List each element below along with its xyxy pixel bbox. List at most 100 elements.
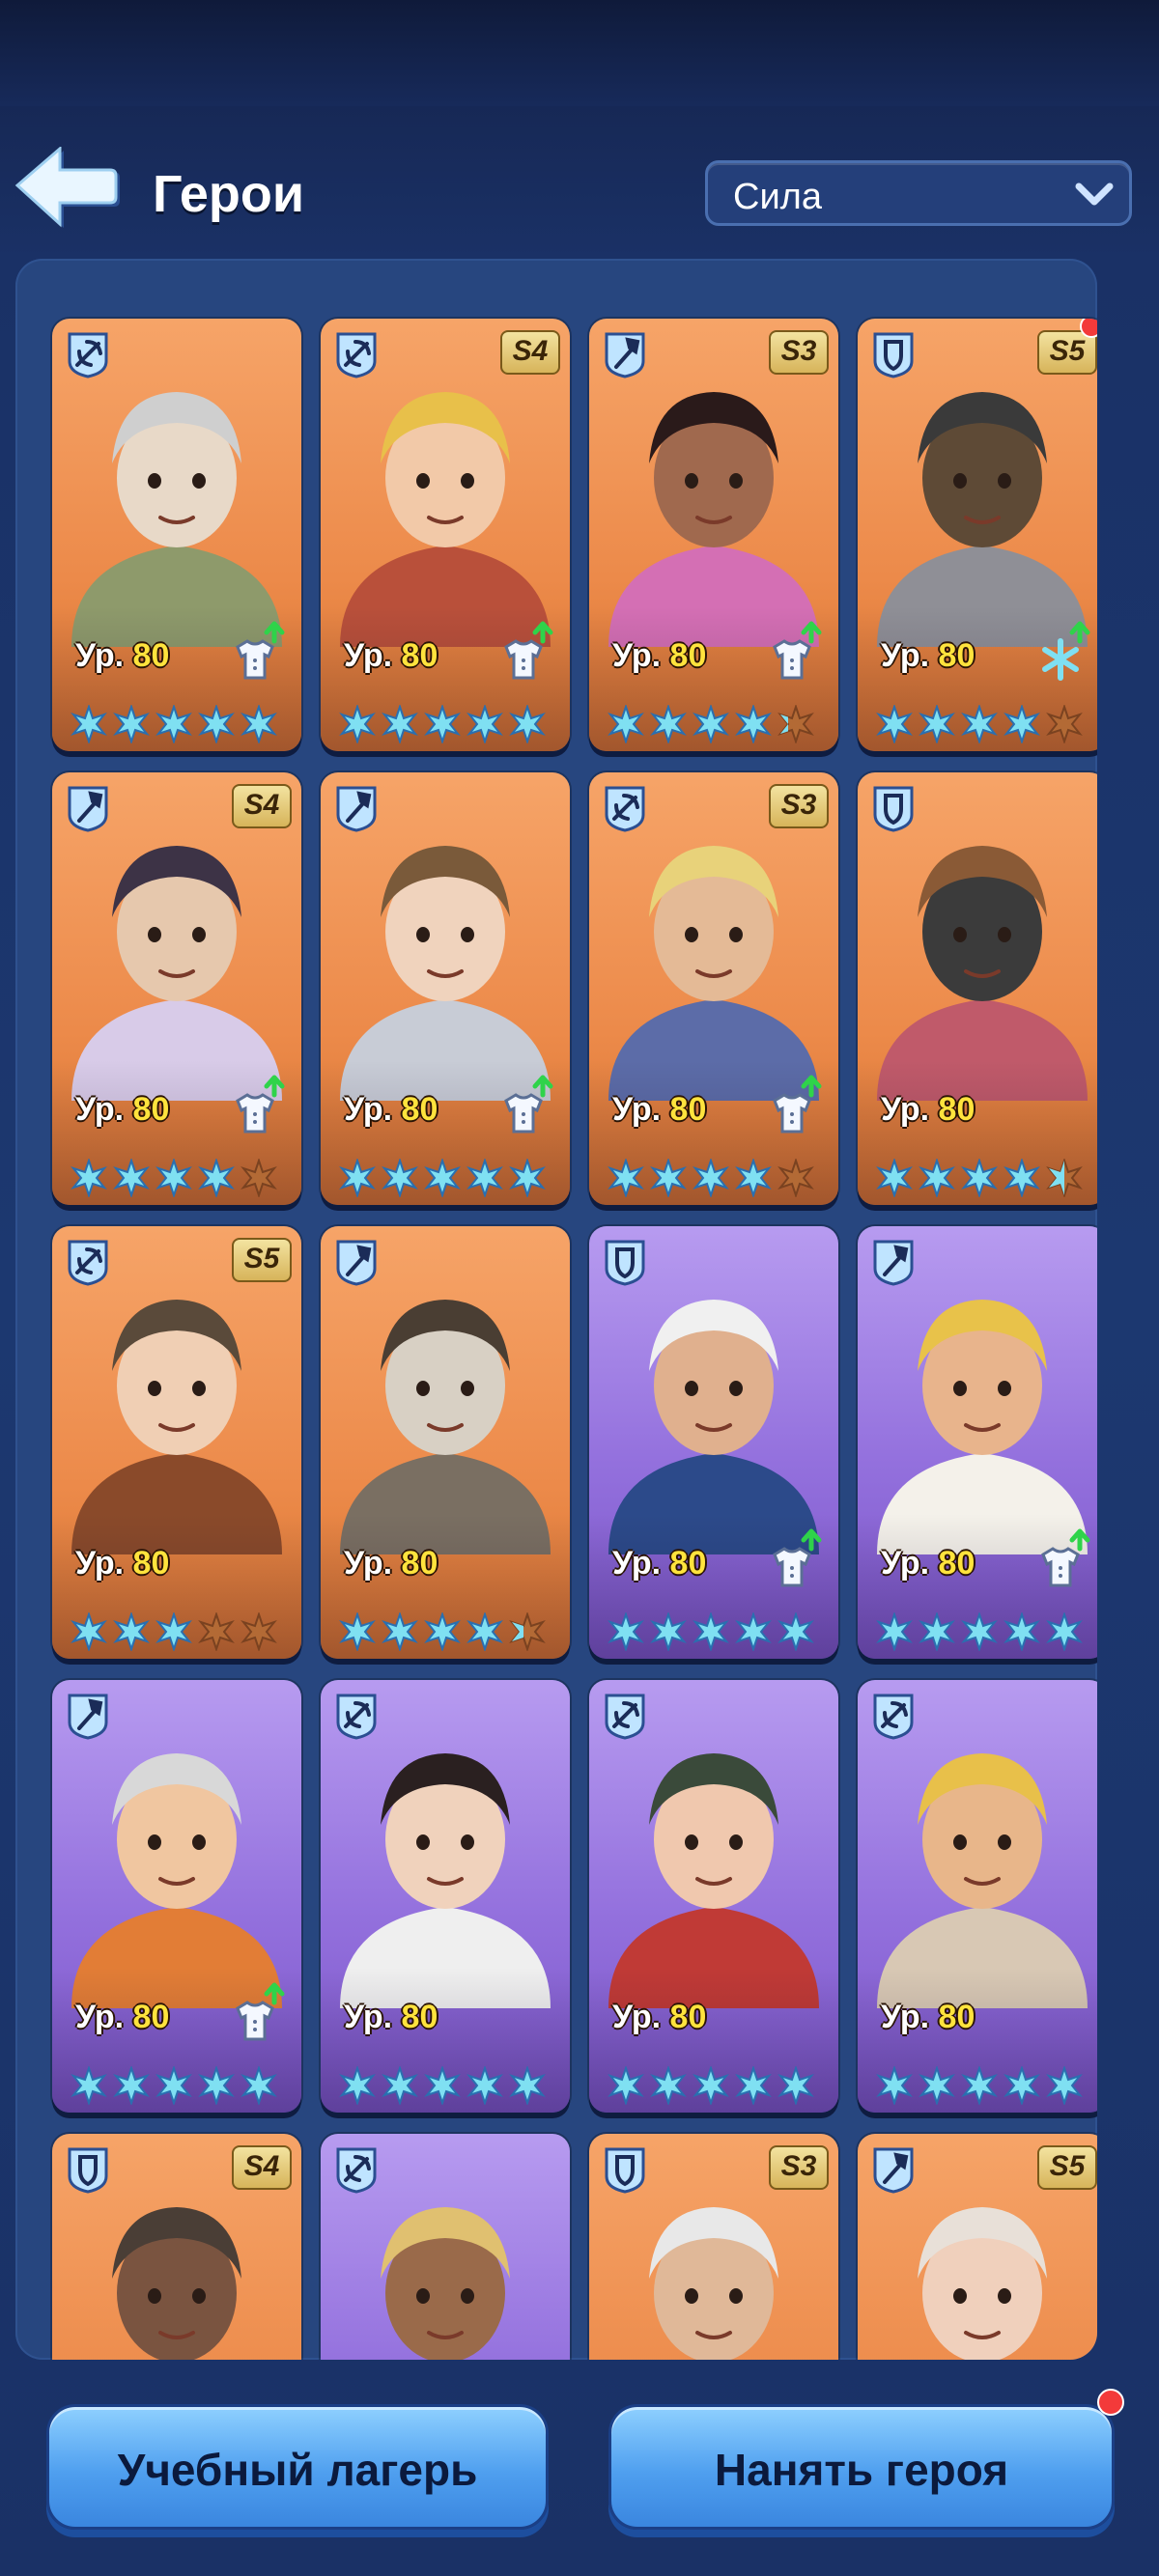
hero-level: Ур. 80 — [881, 637, 975, 675]
star-full-icon — [155, 1612, 192, 1651]
hero-card[interactable] — [321, 2134, 570, 2360]
star-full-icon — [876, 705, 913, 743]
hero-card[interactable]: S5 — [858, 2134, 1097, 2360]
hero-card[interactable]: S3 — [589, 2134, 838, 2360]
back-button[interactable] — [14, 145, 122, 232]
star-full-icon — [1046, 2066, 1083, 2105]
star-full-icon — [876, 2066, 913, 2105]
hire-notification-dot — [1097, 2389, 1124, 2416]
hero-level: Ур. 80 — [612, 1091, 706, 1129]
star-full-icon — [735, 1159, 772, 1197]
star-full-icon — [608, 1612, 644, 1651]
star-full-icon — [650, 1159, 687, 1197]
season-badge: S3 — [769, 784, 829, 828]
star-full-icon — [777, 2066, 814, 2105]
hero-card[interactable]: Ур. 80 — [321, 1680, 570, 2113]
star-full-icon — [777, 1612, 814, 1651]
hero-card[interactable]: S4 Ур. 80 — [321, 319, 570, 751]
gear-upgrade-icon[interactable] — [763, 1074, 825, 1137]
level-prefix: Ур. — [75, 1545, 133, 1582]
hire-hero-button[interactable]: Нанять героя — [608, 2404, 1115, 2530]
gear-upgrade-icon[interactable] — [226, 1981, 288, 2045]
level-value: 80 — [669, 1545, 707, 1582]
hero-card[interactable]: S5 Ур. 80 — [52, 1226, 301, 1659]
hero-card[interactable]: S3 Ур. 80 — [589, 319, 838, 751]
hero-card[interactable]: Ур. 80 — [858, 1680, 1097, 2113]
star-full-icon — [382, 705, 418, 743]
hero-card[interactable]: Ур. 80 — [52, 319, 301, 751]
level-value: 80 — [938, 637, 975, 674]
level-value: 80 — [401, 1999, 438, 2035]
star-full-icon — [198, 705, 235, 743]
hero-card[interactable]: S4 Ур. 80 — [52, 772, 301, 1205]
lancer-icon — [336, 1240, 377, 1286]
star-empty-icon — [198, 1612, 235, 1651]
star-full-icon — [339, 1159, 376, 1197]
gear-upgrade-icon[interactable] — [763, 1527, 825, 1591]
hero-card[interactable]: S5 Ур. 80 — [858, 319, 1097, 751]
star-full-icon — [240, 705, 277, 743]
star-full-icon — [198, 2066, 235, 2105]
lancer-icon — [873, 1240, 914, 1286]
lancer-icon — [873, 2147, 914, 2194]
sort-dropdown[interactable]: Сила — [705, 160, 1132, 226]
star-rating — [338, 2066, 551, 2105]
infantry-icon — [605, 2147, 645, 2194]
star-rating — [70, 1612, 282, 1651]
star-rating — [70, 2066, 282, 2105]
gear-upgrade-icon[interactable] — [495, 1074, 556, 1137]
star-full-icon — [198, 1159, 235, 1197]
hero-level: Ур. 80 — [612, 1545, 706, 1582]
star-full-icon — [693, 1159, 729, 1197]
level-prefix: Ур. — [612, 1999, 670, 2035]
marksman-icon — [336, 2147, 377, 2194]
hero-card[interactable]: Ур. 80 — [858, 1226, 1097, 1659]
hero-card[interactable]: Ур. 80 — [52, 1680, 301, 2113]
sort-selected-value: Сила — [733, 177, 822, 217]
infantry-icon — [873, 786, 914, 832]
level-prefix: Ур. — [344, 1091, 402, 1128]
hero-card[interactable]: S3 Ур. 80 — [589, 772, 838, 1205]
star-full-icon — [155, 1159, 192, 1197]
training-camp-button[interactable]: Учебный лагерь — [46, 2404, 549, 2530]
star-full-icon — [693, 2066, 729, 2105]
star-full-icon — [113, 1159, 150, 1197]
infantry-icon — [68, 2147, 108, 2194]
level-prefix: Ур. — [344, 1999, 402, 2035]
star-empty-icon — [1046, 705, 1083, 743]
snowflake-upgrade-icon[interactable] — [1032, 620, 1093, 684]
level-prefix: Ур. — [612, 1545, 670, 1582]
star-rating — [607, 1612, 819, 1651]
gear-upgrade-icon[interactable] — [1032, 1527, 1093, 1591]
hero-card[interactable]: Ур. 80 — [321, 772, 570, 1205]
star-full-icon — [608, 2066, 644, 2105]
level-value: 80 — [938, 1091, 975, 1128]
level-prefix: Ур. — [75, 1999, 133, 2035]
hero-card[interactable]: Ур. 80 — [589, 1226, 838, 1659]
star-full-icon — [650, 705, 687, 743]
star-full-icon — [1004, 705, 1040, 743]
level-prefix: Ур. — [881, 1091, 939, 1128]
heroes-panel[interactable]: Ур. 80 S4 Ур. 80 S3 Ур. 80 S5 Ур. 80 S4 Ур. 80 Ур… — [15, 259, 1097, 2360]
level-value: 80 — [401, 1091, 438, 1128]
star-full-icon — [961, 2066, 998, 2105]
star-full-icon — [382, 1612, 418, 1651]
hero-card[interactable]: Ур. 80 — [321, 1226, 570, 1659]
star-full-icon — [919, 1159, 955, 1197]
level-value: 80 — [401, 1545, 438, 1582]
gear-upgrade-icon[interactable] — [226, 1074, 288, 1137]
star-rating — [875, 2066, 1088, 2105]
hero-level: Ур. 80 — [75, 1999, 169, 2036]
level-prefix: Ур. — [612, 637, 670, 674]
hero-card[interactable]: Ур. 80 — [589, 1680, 838, 2113]
hero-card[interactable]: S4 — [52, 2134, 301, 2360]
level-prefix: Ур. — [881, 637, 939, 674]
level-prefix: Ур. — [75, 637, 133, 674]
gear-upgrade-icon[interactable] — [495, 620, 556, 684]
gear-upgrade-icon[interactable] — [226, 620, 288, 684]
hero-card[interactable]: Ур. 80 — [858, 772, 1097, 1205]
gear-upgrade-icon[interactable] — [763, 620, 825, 684]
star-full-icon — [339, 2066, 376, 2105]
star-full-icon — [650, 1612, 687, 1651]
level-value: 80 — [669, 1999, 707, 2035]
